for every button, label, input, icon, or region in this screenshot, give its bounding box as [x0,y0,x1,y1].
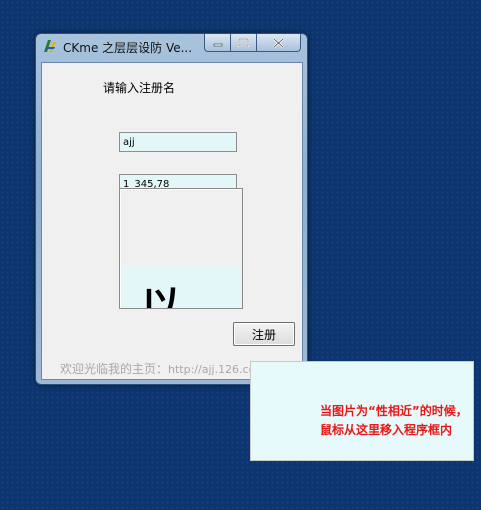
window-title: CKme 之层层设防 Ve... [63,41,193,55]
hint-text: 当图片为“性相近”的时候，鼠标从这里移入程序框内 [320,404,468,437]
close-button[interactable] [257,34,301,52]
footer-prefix: 欢迎光临我的主页： [60,362,169,376]
captcha-image: 以 [121,266,241,308]
maximize-button[interactable] [231,34,257,52]
title-bar[interactable]: CKme 之层层设防 Ve... [36,34,307,59]
minimize-button[interactable] [204,34,231,52]
client-area: 请输入注册名 以 注册 欢迎光临我的主页：http://ajj.126.com [41,62,303,380]
minimize-icon [213,43,222,46]
app-icon [42,38,58,54]
homepage-footer: 欢迎光临我的主页：http://ajj.126.com [60,360,266,377]
register-button[interactable]: 注册 [233,322,295,346]
hint-callout: 当图片为“性相近”的时候，鼠标从这里移入程序框内 [250,361,474,461]
captcha-frame[interactable]: 以 [119,188,243,309]
app-window: CKme 之层层设防 Ve... 请输入注册名 ajj 1_345,78 以 注… [35,33,308,385]
register-name-label: 请输入注册名 [103,81,176,95]
caption-buttons [204,34,301,52]
captcha-glyph: 以 [141,283,181,308]
name-input[interactable] [119,132,237,152]
maximize-icon [238,38,249,47]
close-icon [273,37,284,48]
